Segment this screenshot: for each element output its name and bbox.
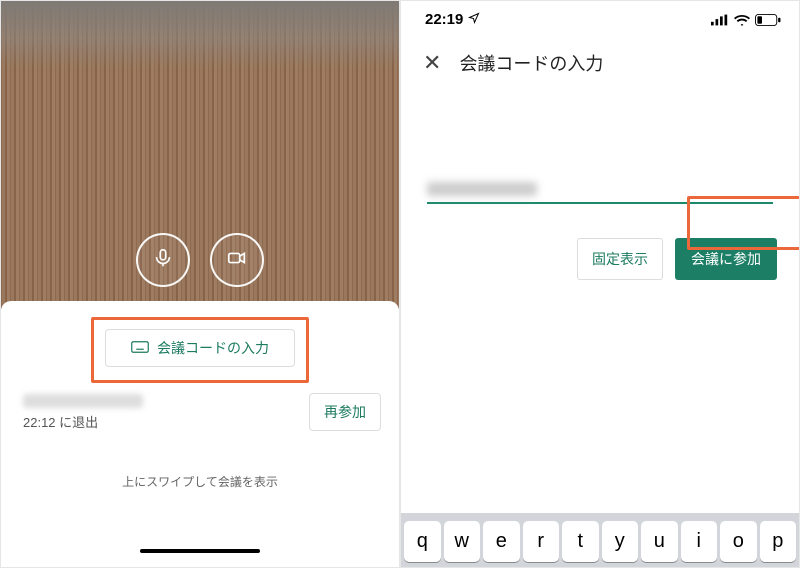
mute-mic-button[interactable] [136,233,190,287]
key-i[interactable]: i [681,521,718,562]
action-row: 固定表示 会議に参加 [401,204,799,280]
key-o[interactable]: o [720,521,757,562]
swipe-up-hint: 上にスワイプして会議を表示 [1,473,399,490]
key-y[interactable]: y [602,521,639,562]
enter-meeting-code-label: 会議コードの入力 [157,338,269,358]
pin-display-button[interactable]: 固定表示 [577,238,663,280]
status-bar: 22:19 [401,1,799,32]
key-p[interactable]: p [760,521,797,562]
status-time: 22:19 [425,11,463,28]
page-title: 会議コードの入力 [459,50,603,76]
join-meeting-button[interactable]: 会議に参加 [675,238,777,280]
phone-screen-home: 会議コードの入力 22:12 に退出 再参加 上にスワイプして会議を表示 [0,0,400,568]
enter-meeting-code-button[interactable]: 会議コードの入力 [105,329,295,367]
rejoin-button[interactable]: 再参加 [309,393,381,431]
left-meeting-time: 22:12 に退出 [23,412,143,431]
meeting-code-value-redacted [427,182,537,196]
bottom-sheet: 会議コードの入力 22:12 に退出 再参加 上にスワイプして会議を表示 [1,301,399,561]
key-w[interactable]: w [444,521,481,562]
meeting-code-field-wrap [401,182,799,204]
av-controls [1,233,399,287]
key-u[interactable]: u [641,521,678,562]
toggle-camera-button[interactable] [210,233,264,287]
video-camera-icon [226,247,248,274]
modal-header: ✕ 会議コードの入力 [401,32,799,86]
wifi-icon [734,14,750,26]
home-indicator[interactable] [140,549,260,553]
meeting-code-redacted [23,394,143,408]
soft-keyboard[interactable]: q w e r t y u i o p [401,513,799,567]
location-arrow-icon [468,11,480,28]
phone-screen-enter-code: 22:19 ✕ 会議コードの入力 固定表示 会議に参加 [400,0,800,568]
keyboard-icon [131,340,149,357]
key-t[interactable]: t [562,521,599,562]
microphone-icon [152,247,174,274]
recent-meeting-row: 22:12 に退出 再参加 [1,367,399,445]
key-r[interactable]: r [523,521,560,562]
camera-preview [1,1,399,309]
key-q[interactable]: q [404,521,441,562]
close-icon[interactable]: ✕ [423,52,441,74]
cellular-signal-icon [711,14,729,26]
battery-low-icon [755,14,781,26]
key-e[interactable]: e [483,521,520,562]
